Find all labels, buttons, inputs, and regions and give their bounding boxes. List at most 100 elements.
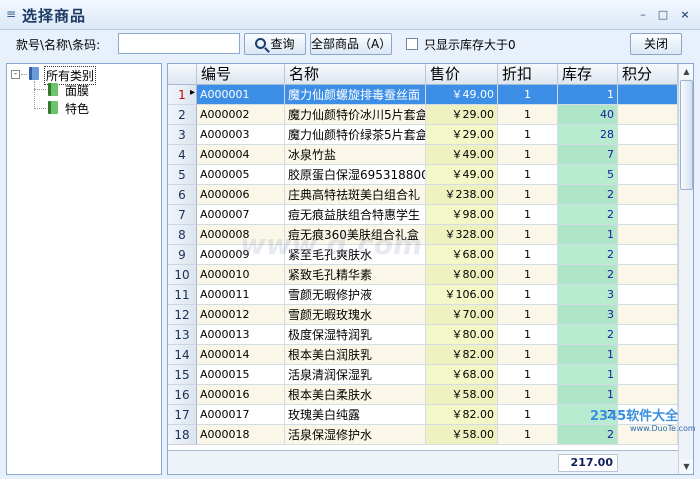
cell-name[interactable]: 雪颜无暇玫瑰水: [285, 305, 426, 325]
cell-name[interactable]: 庄典高特祛斑美白组合礼: [285, 185, 426, 205]
column-header-discount[interactable]: 折扣: [498, 64, 558, 85]
column-header-code[interactable]: 编号: [197, 64, 285, 85]
cell-discount[interactable]: 1: [498, 365, 558, 385]
cell-name[interactable]: 根本美白润肤乳: [285, 345, 426, 365]
cell-code[interactable]: A000003: [197, 125, 285, 145]
collapse-icon[interactable]: -: [11, 70, 20, 79]
cell-stock[interactable]: 3: [558, 305, 618, 325]
scrollbar-thumb[interactable]: [680, 80, 693, 190]
cell-price[interactable]: ￥70.00: [426, 305, 498, 325]
cell-stock[interactable]: 2: [558, 185, 618, 205]
cell-stock[interactable]: 40: [558, 105, 618, 125]
cell-price[interactable]: ￥68.00: [426, 365, 498, 385]
minimize-button[interactable]: –: [636, 8, 650, 22]
cell-stock[interactable]: 2: [558, 425, 618, 445]
cell-discount[interactable]: 1: [498, 245, 558, 265]
cell-discount[interactable]: 1: [498, 345, 558, 365]
category-tree[interactable]: - 所有类别 面膜 特色: [6, 63, 162, 475]
scroll-up-icon[interactable]: ▲: [679, 64, 693, 79]
row-number[interactable]: 5: [168, 165, 197, 185]
cell-points[interactable]: [618, 125, 678, 145]
cell-name[interactable]: 痘无痕益肤组合特惠学生: [285, 205, 426, 225]
cell-code[interactable]: A000001: [197, 85, 285, 105]
column-header-stock[interactable]: 库存: [558, 64, 618, 85]
cell-code[interactable]: A000006: [197, 185, 285, 205]
row-number[interactable]: 15: [168, 365, 197, 385]
cell-points[interactable]: [618, 345, 678, 365]
cell-name[interactable]: 魔力仙颜特价绿茶5片套盒: [285, 125, 426, 145]
cell-price[interactable]: ￥106.00: [426, 285, 498, 305]
row-number[interactable]: 7: [168, 205, 197, 225]
cell-name[interactable]: 紧致毛孔精华素: [285, 265, 426, 285]
row-number[interactable]: 12: [168, 305, 197, 325]
cell-stock[interactable]: 7: [558, 145, 618, 165]
row-number[interactable]: 11: [168, 285, 197, 305]
cell-price[interactable]: ￥82.00: [426, 405, 498, 425]
cell-discount[interactable]: 1: [498, 205, 558, 225]
cell-name[interactable]: 极度保湿特润乳: [285, 325, 426, 345]
cell-points[interactable]: [618, 165, 678, 185]
cell-points[interactable]: [618, 85, 678, 105]
cell-price[interactable]: ￥58.00: [426, 385, 498, 405]
cell-points[interactable]: [618, 105, 678, 125]
cell-name[interactable]: 玫瑰美白纯露: [285, 405, 426, 425]
cell-price[interactable]: ￥58.00: [426, 425, 498, 445]
row-number[interactable]: 13: [168, 325, 197, 345]
cell-code[interactable]: A000015: [197, 365, 285, 385]
cell-stock[interactable]: 5: [558, 165, 618, 185]
cell-stock[interactable]: 3: [558, 285, 618, 305]
cell-code[interactable]: A000014: [197, 345, 285, 365]
cell-discount[interactable]: 1: [498, 125, 558, 145]
cell-price[interactable]: ￥80.00: [426, 325, 498, 345]
cell-points[interactable]: [618, 425, 678, 445]
cell-name[interactable]: 冰泉竹盐: [285, 145, 426, 165]
cell-stock[interactable]: 1: [558, 345, 618, 365]
cell-price[interactable]: ￥49.00: [426, 165, 498, 185]
cell-name[interactable]: 魔力仙颜特价冰川5片套盒: [285, 105, 426, 125]
row-number[interactable]: 9: [168, 245, 197, 265]
cell-points[interactable]: [618, 325, 678, 345]
row-number[interactable]: 4: [168, 145, 197, 165]
row-number[interactable]: 10: [168, 265, 197, 285]
cell-name[interactable]: 胶原蛋白保湿6953188000: [285, 165, 426, 185]
cell-price[interactable]: ￥29.00: [426, 125, 498, 145]
cell-points[interactable]: [618, 245, 678, 265]
tree-node-category[interactable]: 特色: [65, 100, 89, 117]
cell-discount[interactable]: 1: [498, 165, 558, 185]
cell-discount[interactable]: 1: [498, 105, 558, 125]
row-number[interactable]: 17: [168, 405, 197, 425]
cell-stock[interactable]: 2: [558, 245, 618, 265]
cell-price[interactable]: ￥80.00: [426, 265, 498, 285]
cell-price[interactable]: ￥238.00: [426, 185, 498, 205]
column-header-name[interactable]: 名称: [285, 64, 426, 85]
cell-discount[interactable]: 1: [498, 385, 558, 405]
cell-code[interactable]: A000009: [197, 245, 285, 265]
cell-price[interactable]: ￥98.00: [426, 205, 498, 225]
cell-stock[interactable]: 1: [558, 385, 618, 405]
cell-stock[interactable]: 1: [558, 225, 618, 245]
cell-price[interactable]: ￥49.00: [426, 85, 498, 105]
cell-code[interactable]: A000008: [197, 225, 285, 245]
cell-code[interactable]: A000018: [197, 425, 285, 445]
cell-name[interactable]: 痘无痕360美肤组合礼盒: [285, 225, 426, 245]
cell-discount[interactable]: 1: [498, 425, 558, 445]
cell-discount[interactable]: 1: [498, 305, 558, 325]
cell-points[interactable]: [618, 145, 678, 165]
all-products-button[interactable]: 全部商品（A）: [310, 33, 392, 55]
cell-points[interactable]: [618, 405, 678, 425]
close-button[interactable]: 关闭: [630, 33, 682, 55]
cell-name[interactable]: 魔力仙颜螺旋排毒蚕丝面: [285, 85, 426, 105]
cell-stock[interactable]: 2: [558, 405, 618, 425]
cell-stock[interactable]: 2: [558, 205, 618, 225]
cell-price[interactable]: ￥82.00: [426, 345, 498, 365]
cell-code[interactable]: A000010: [197, 265, 285, 285]
row-number[interactable]: 8: [168, 225, 197, 245]
cell-discount[interactable]: 1: [498, 265, 558, 285]
cell-discount[interactable]: 1: [498, 85, 558, 105]
cell-code[interactable]: A000005: [197, 165, 285, 185]
cell-code[interactable]: A000013: [197, 325, 285, 345]
cell-stock[interactable]: 1: [558, 85, 618, 105]
cell-discount[interactable]: 1: [498, 325, 558, 345]
cell-code[interactable]: A000007: [197, 205, 285, 225]
row-number[interactable]: 3: [168, 125, 197, 145]
